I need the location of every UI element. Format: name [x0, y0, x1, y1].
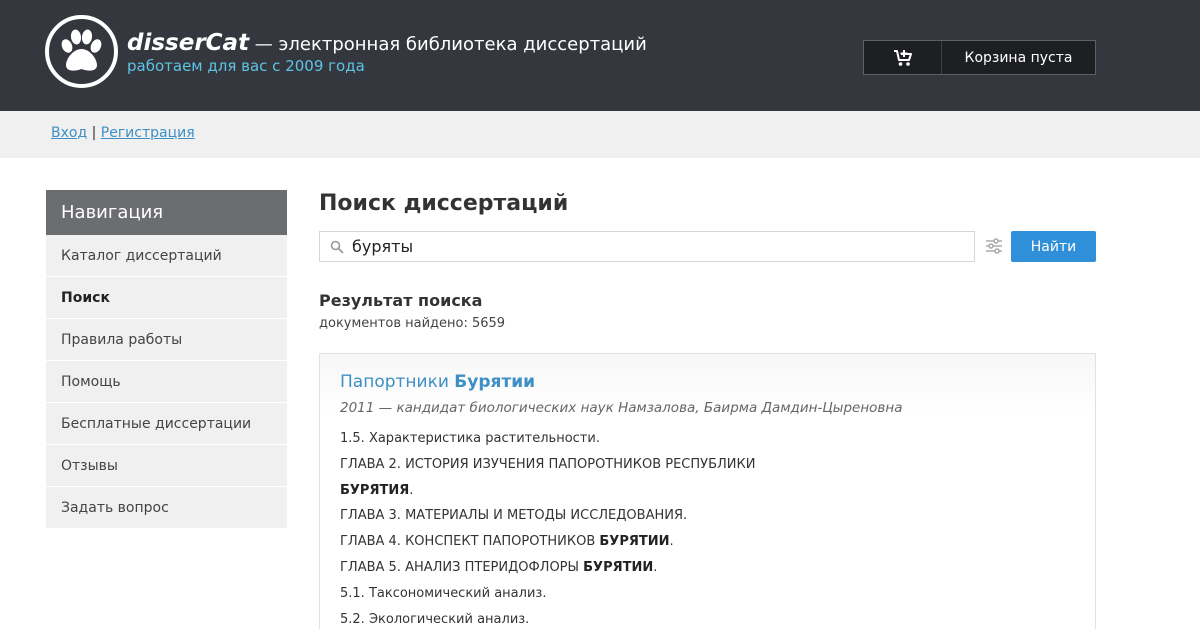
paw-icon[interactable]	[45, 15, 118, 88]
snippet-line: 1.5. Характеристика растительности.	[340, 431, 755, 457]
site-title: disserCat — электронная библиотека диссе…	[127, 30, 647, 56]
auth-bar: Вход | Регистрация	[0, 111, 1200, 158]
nav-item-free[interactable]: Бесплатные диссертации	[46, 403, 287, 445]
result-card: Папортники Бурятии 2011 — кандидат биоло…	[319, 353, 1096, 629]
snippet-text: ГЛАВА 2. ИСТОРИЯ ИЗУЧЕНИЯ ПАПОРОТНИКОВ Р…	[340, 456, 756, 472]
search-button[interactable]: Найти	[1011, 231, 1096, 262]
result-title-link[interactable]: Папортники Бурятии	[340, 372, 535, 392]
snippet-text: .	[669, 534, 674, 550]
snippet-line: 5.2. Экологический анализ.	[340, 612, 755, 629]
filter-sliders-icon[interactable]	[985, 237, 1003, 255]
result-snippet: 1.5. Характеристика растительности. ГЛАВ…	[340, 431, 755, 629]
snippet-line: ГЛАВА 2. ИСТОРИЯ ИЗУЧЕНИЯ ПАПОРОТНИКОВ Р…	[340, 457, 755, 483]
search-icon	[330, 239, 344, 258]
nav-item-catalog[interactable]: Каталог диссертаций	[46, 235, 287, 277]
nav-item-ask[interactable]: Задать вопрос	[46, 487, 287, 529]
search-input[interactable]	[352, 232, 962, 261]
snippet-text: .	[409, 482, 414, 498]
result-title-text: Папортники	[340, 372, 455, 392]
search-field	[319, 231, 975, 262]
brand-name[interactable]: disserCat	[127, 30, 249, 56]
result-meta: 2011 — кандидат биологических наук Намза…	[340, 400, 903, 416]
nav-title: Навигация	[46, 190, 287, 235]
snippet-line: ГЛАВА 3. МАТЕРИАЛЫ И МЕТОДЫ ИССЛЕДОВАНИЯ…	[340, 508, 755, 534]
nav-item-search[interactable]: Поиск	[46, 277, 287, 319]
snippet-text: ГЛАВА 3. МАТЕРИАЛЫ И МЕТОДЫ ИССЛЕДОВАНИЯ…	[340, 508, 688, 524]
snippet-line: ГЛАВА 4. КОНСПЕКТ ПАПОРОТНИКОВ БУРЯТИИ.	[340, 534, 755, 560]
snippet-line: ГЛАВА 5. АНАЛИЗ ПТЕРИДОФЛОРЫ БУРЯТИИ.	[340, 560, 755, 586]
snippet-text: 5.1. Таксономический анализ.	[340, 585, 547, 601]
snippet-text: ГЛАВА 5. АНАЛИЗ ПТЕРИДОФЛОРЫ	[340, 559, 584, 575]
snippet-line: БУРЯТИЯ.	[340, 483, 755, 509]
cart-icon	[864, 41, 942, 74]
login-link[interactable]: Вход	[51, 125, 87, 141]
sidebar-nav: Навигация Каталог диссертаций Поиск Прав…	[46, 190, 287, 529]
auth-links: Вход | Регистрация	[51, 125, 195, 141]
snippet-text: 1.5. Характеристика растительности.	[340, 431, 600, 446]
snippet-highlight: БУРЯТИИ	[583, 559, 654, 575]
snippet-highlight: БУРЯТИЯ	[340, 482, 410, 498]
results-count: документов найдено: 5659	[319, 316, 506, 331]
results-title: Результат поиска	[319, 291, 483, 310]
nav-item-rules[interactable]: Правила работы	[46, 319, 287, 361]
nav-item-reviews[interactable]: Отзывы	[46, 445, 287, 487]
auth-separator: |	[87, 125, 101, 141]
snippet-text: 5.2. Экологический анализ.	[340, 611, 530, 627]
site-header: disserCat — электронная библиотека диссе…	[0, 0, 1200, 111]
brand-subtitle: — электронная библиотека диссертаций	[249, 34, 647, 55]
nav-item-help[interactable]: Помощь	[46, 361, 287, 403]
page-title: Поиск диссертаций	[319, 191, 569, 216]
cart-label: Корзина пуста	[964, 49, 1073, 66]
cart-button[interactable]: Корзина пуста	[863, 40, 1096, 75]
snippet-line: 5.1. Таксономический анализ.	[340, 586, 755, 612]
snippet-highlight: БУРЯТИИ	[599, 534, 670, 550]
snippet-text: .	[653, 559, 658, 575]
tagline: работаем для вас с 2009 года	[127, 57, 365, 75]
result-title-highlight: Бурятии	[454, 372, 536, 392]
snippet-text: ГЛАВА 4. КОНСПЕКТ ПАПОРОТНИКОВ	[340, 534, 600, 550]
register-link[interactable]: Регистрация	[101, 125, 195, 141]
